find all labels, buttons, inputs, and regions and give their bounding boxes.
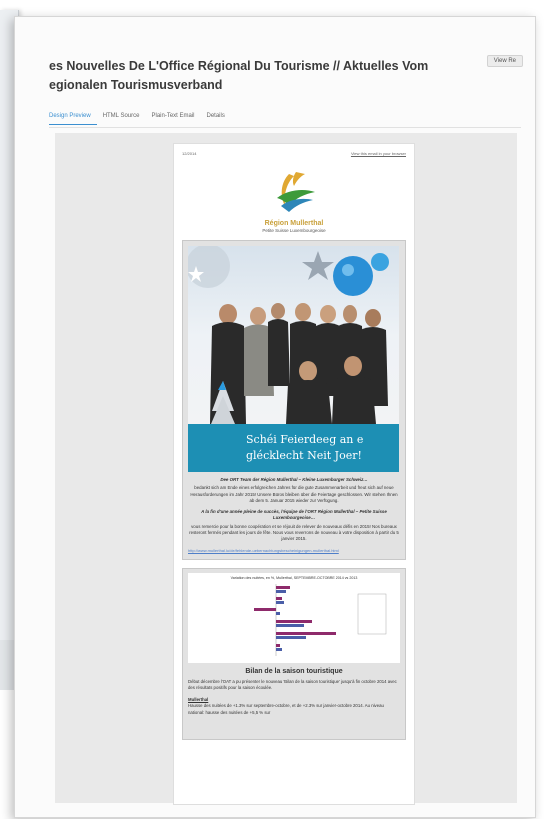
greeting-banner: Schéi Feierdeeg an e glécklecht Neit Joe… xyxy=(188,424,399,472)
bilan-text-2: Hausse des nuitées de +1.3% sur septembr… xyxy=(188,703,384,715)
email-date: 12/2014 xyxy=(182,151,197,156)
greeting-section: Schéi Feierdeeg an e glécklecht Neit Joe… xyxy=(182,240,406,560)
german-text: bedankt sich am Ende eines erfolgreichen… xyxy=(190,485,398,503)
page-title: es Nouvelles De L'Office Régional Du Tou… xyxy=(49,59,429,92)
tab-plain-text-email[interactable]: Plain-Text Email xyxy=(145,113,200,125)
tab-details[interactable]: Details xyxy=(201,113,231,125)
tab-design-preview[interactable]: Design Preview xyxy=(49,113,97,125)
region-logo xyxy=(259,168,329,216)
campaign-preview-page: es Nouvelles De L'Office Régional Du Tou… xyxy=(14,16,536,818)
french-text: vous remercie pour la bonne coopération … xyxy=(189,523,399,542)
email-body: 12/2014 View this email in your browser … xyxy=(173,143,415,805)
email-header-row: 12/2014 View this email in your browser xyxy=(174,144,414,156)
french-heading: A la fin d'une année pleine de succès, l… xyxy=(201,509,387,521)
logo-subtitle: Petite Suisse Luxembourgeoise xyxy=(262,228,326,233)
tab-html-source[interactable]: HTML Source xyxy=(97,113,146,125)
nights-variation-chart: Variation des nuitées, en %, Mullerthal,… xyxy=(188,572,400,663)
logo-name: Région Mullerthal xyxy=(264,220,324,227)
banner-text: Schéi Feierdeeg an e glécklecht Neit Joe… xyxy=(246,433,364,462)
tabs-divider xyxy=(49,127,521,128)
preview-tabs: Design Preview HTML Source Plain-Text Em… xyxy=(49,113,231,125)
team-photo: Schéi Feierdeeg an e glécklecht Neit Joe… xyxy=(188,246,399,472)
article-link[interactable]: http://www.mullerthal.lu/de/fehlende-ueb… xyxy=(188,548,400,554)
tourism-section: Variation des nuitées, en %, Mullerthal,… xyxy=(182,567,406,740)
bilan-subheading: Mullerthal xyxy=(188,697,209,703)
bilan-text: Début décembre l'OAT a pu présenter le n… xyxy=(188,678,397,690)
preview-area: 12/2014 View this email in your browser … xyxy=(55,133,517,805)
german-heading: Dee ORT Team der Région Mullerthal – Kle… xyxy=(220,477,368,482)
view-online-link[interactable]: View this email in your browser xyxy=(351,151,406,156)
logo-icon xyxy=(277,172,315,212)
bilan-title: Bilan de la saison touristique xyxy=(245,667,343,675)
view-report-button[interactable]: View Re xyxy=(486,55,523,67)
chart-title: Variation des nuitées, en %, Mullerthal,… xyxy=(230,575,358,580)
chart-bars xyxy=(254,583,387,656)
